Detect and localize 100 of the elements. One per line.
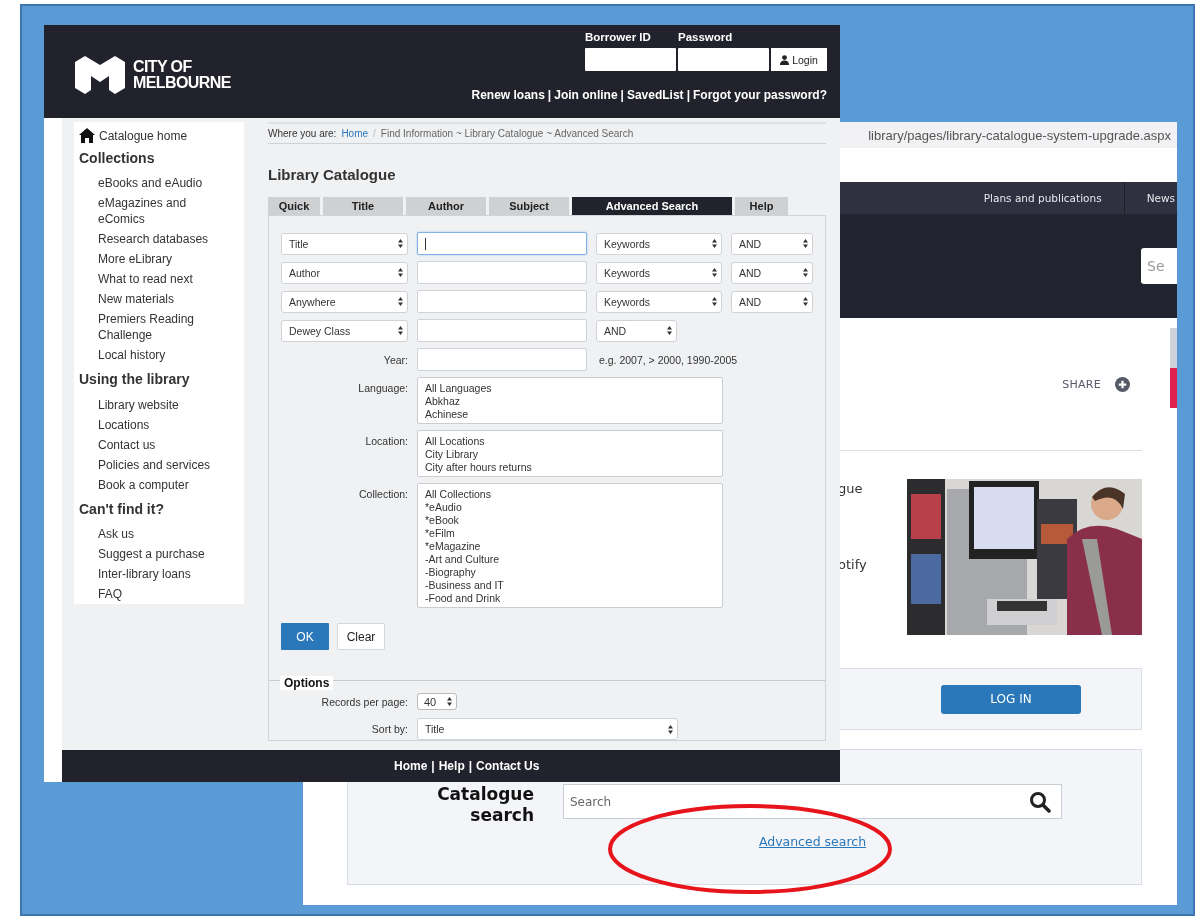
search-input[interactable] (417, 319, 587, 342)
ok-button[interactable]: OK (281, 623, 329, 650)
updown-arrows-icon (398, 326, 403, 335)
nav-link[interactable]: News (1124, 192, 1177, 204)
header-link[interactable]: Join online (554, 88, 618, 102)
list-option[interactable]: All Collections (425, 488, 491, 501)
tab[interactable]: Title (323, 197, 403, 215)
tab[interactable]: Author (406, 197, 486, 215)
operator-select[interactable]: AND (731, 261, 813, 284)
header-link[interactable]: Renew loans (471, 88, 545, 102)
tab[interactable]: Subject (489, 197, 569, 215)
list-option[interactable]: -Biography (425, 566, 476, 579)
sidebar-link[interactable]: Contact us (98, 434, 226, 455)
breadcrumb-separator: / (373, 128, 376, 139)
tab[interactable]: Advanced Search (572, 197, 732, 215)
advanced-search-link[interactable]: Advanced search (758, 834, 867, 849)
list-box[interactable]: All Collections *eAudio *eBook *eFilm *eMagazine -Art and Culture -Biography -Business and IT -Food and Drink (417, 483, 723, 608)
operator-select[interactable]: AND (596, 319, 677, 342)
updown-arrows-icon (447, 697, 452, 706)
footer-link[interactable]: Home (394, 759, 428, 773)
match-select[interactable]: Keywords (596, 261, 722, 284)
clear-button[interactable]: Clear (337, 623, 385, 650)
list-option[interactable]: All Locations (425, 435, 485, 448)
sidebar-link[interactable]: Locations (98, 414, 226, 435)
sidebar-link[interactable]: eBooks and eAudio (98, 173, 226, 194)
list-option[interactable]: All Languages (425, 382, 492, 395)
sidebar-link[interactable]: Policies and services (98, 454, 226, 475)
breadcrumb-link[interactable]: Home (341, 128, 369, 139)
list-option[interactable]: *eAudio (425, 501, 462, 514)
list-option[interactable]: *eFilm (425, 527, 455, 540)
list-option[interactable]: City Library (425, 448, 479, 461)
link-separator: | (620, 88, 624, 102)
match-select[interactable]: Keywords (596, 290, 722, 313)
header-link[interactable]: SavedList (626, 88, 684, 102)
list-option[interactable]: Achinese (425, 408, 469, 421)
breadcrumb-path: Find Information ~ Library Catalogue ~ Advanced Search (380, 128, 634, 139)
sort-select[interactable]: Title (417, 718, 678, 740)
url-text: library/pages/library-catalogue-system-upgrade.aspx (868, 127, 1171, 143)
list-option[interactable]: -Food and Drink (425, 592, 501, 605)
field-select[interactable]: Dewey Class (281, 319, 408, 342)
sidebar-link[interactable]: FAQ (98, 584, 226, 604)
log-in-button[interactable]: LOG IN (941, 684, 1081, 714)
field-select[interactable]: Anywhere (281, 290, 408, 313)
sidebar-link[interactable]: Library website (98, 394, 226, 415)
home-icon (79, 128, 95, 144)
sidebar-link[interactable]: Ask us (98, 524, 226, 544)
search-input[interactable] (417, 290, 587, 313)
sidebar-link[interactable]: Book a computer (98, 474, 226, 495)
page-title: Library Catalogue (268, 166, 397, 184)
match-select[interactable]: Keywords (596, 232, 722, 255)
footer-link[interactable]: Contact Us (476, 759, 540, 773)
sidebar-link[interactable]: eMagazines and eComics (98, 193, 226, 230)
breadcrumb-label: Where you are: (268, 128, 337, 139)
sidebar-link[interactable]: Premiers Reading Challenge (98, 309, 226, 346)
updown-arrows-icon (803, 268, 808, 277)
sidebar-link[interactable]: What to read next (98, 269, 226, 290)
records-select[interactable]: 40 (417, 693, 457, 710)
list-box[interactable]: All Languages Abkhaz Achinese (417, 377, 723, 424)
search-icon[interactable] (1029, 790, 1051, 813)
operator-select[interactable]: AND (731, 290, 813, 313)
sidebar-link[interactable]: Research databases (98, 229, 226, 250)
updown-arrows-icon (803, 239, 808, 248)
operator-select[interactable]: AND (731, 232, 813, 255)
header-link[interactable]: Forgot your password? (693, 88, 827, 102)
search-input[interactable] (417, 261, 587, 284)
sidebar-link[interactable]: Catalogue home (99, 128, 188, 143)
catalogue-search-field[interactable]: Search (563, 784, 1062, 819)
field-label: Records per page: (320, 695, 408, 708)
field-select[interactable]: Author (281, 261, 408, 284)
list-option[interactable]: City after hours returns (425, 461, 532, 474)
sidebar-link[interactable]: New materials (98, 289, 226, 310)
list-option[interactable]: Abkhaz (425, 395, 461, 408)
field-select[interactable]: Title (281, 232, 408, 255)
year-input[interactable] (417, 348, 587, 371)
sidebar-link[interactable]: Inter-library loans (98, 564, 226, 584)
list-option[interactable]: -Business and IT (425, 579, 504, 592)
sidebar-link[interactable]: More eLibrary (98, 249, 226, 270)
list-option[interactable]: *eMagazine (425, 540, 481, 553)
link-separator: | (468, 759, 473, 773)
sidebar-link[interactable]: Local history (98, 345, 226, 366)
updown-arrows-icon (712, 239, 717, 248)
field-label: Sort by: (370, 723, 408, 735)
plus-circle-icon[interactable] (1115, 376, 1130, 392)
nav-link[interactable]: Plans and publications (961, 192, 1124, 204)
person-icon (780, 54, 790, 65)
link-separator: | (431, 759, 435, 773)
catalogue-search-heading: Catalogue search (436, 784, 534, 827)
footer-link[interactable]: Help (438, 759, 465, 773)
field-label: Year: (382, 353, 408, 366)
list-box[interactable]: All Locations City Library City after hours returns (417, 430, 723, 477)
tab[interactable]: Quick (268, 197, 320, 215)
sidebar-link[interactable]: Suggest a purchase (98, 544, 226, 564)
list-option[interactable]: *eBook (425, 514, 459, 527)
tab[interactable]: Help (735, 197, 788, 215)
login-input[interactable] (585, 48, 676, 71)
login-input[interactable] (678, 48, 769, 71)
link-separator: | (547, 88, 552, 102)
login-button[interactable]: Login (771, 48, 827, 71)
search-input[interactable] (417, 232, 587, 255)
list-option[interactable]: -Art and Culture (425, 553, 500, 566)
